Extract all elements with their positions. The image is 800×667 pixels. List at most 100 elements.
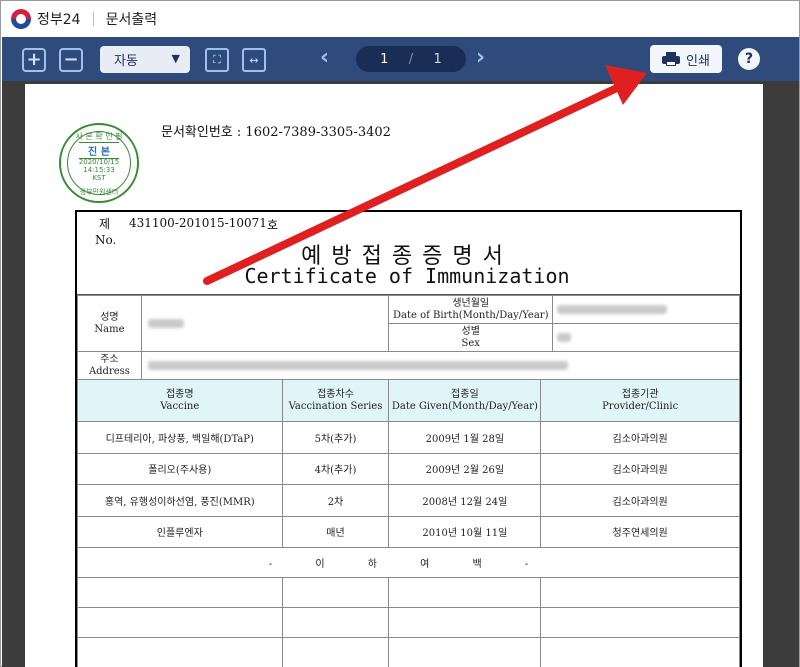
table-row: 디프테리아, 파상풍, 백일해(DTaP) 5차(추가) 2009년 1월 28… (77, 421, 740, 454)
stamp-main-text: 진 본 (79, 142, 119, 159)
date-cell: 2008년 12월 24일 (388, 484, 542, 517)
header-vaccine: 접종명 Vaccine (77, 379, 283, 422)
zoom-value: 자동 (114, 54, 138, 69)
header-date-en: Date Given(Month/Day/Year) (391, 400, 538, 412)
cert-number-suffix: 호 (267, 218, 279, 232)
sex-label-ko: 성별 (461, 325, 480, 337)
table-row: 인플루엔자 매년 2010년 10월 11일 청주연세의원 (77, 515, 740, 548)
zoom-select[interactable]: 자동 ▼ (100, 46, 190, 73)
fit-width-icon: ↔ (249, 53, 259, 67)
vaccine-cell: 폴리오(주사용) (77, 452, 283, 485)
header-clinic: 접종기관 Provider/Clinic (540, 379, 740, 422)
stamp-datetime: 2020/10/15 14:15:33 KST (61, 158, 137, 182)
help-button[interactable]: ? (738, 48, 760, 70)
prev-page-button[interactable]: ‹ (320, 45, 329, 70)
page-indicator: 1 / 1 (356, 46, 466, 72)
empty-row (77, 577, 740, 608)
dob-label-en: Date of Birth(Month/Day/Year) (392, 309, 549, 321)
print-label: 인쇄 (686, 53, 710, 69)
header-vaccine-en: Vaccine (160, 400, 200, 412)
fit-page-button[interactable]: ⛶ (205, 48, 229, 72)
page-total: 1 (433, 51, 442, 67)
date-cell: 2010년 10월 11일 (388, 515, 542, 548)
sex-label: 성별 Sex (388, 323, 554, 352)
end-of-list-text: - 이 하 여 백 - (77, 547, 740, 578)
certificate-header: 제 No. 431100-201015-10071 호 예방접종증명서 Cert… (77, 212, 740, 295)
printer-icon (662, 52, 681, 66)
page-title: 문서출력 (105, 12, 158, 28)
chevron-right-icon: › (476, 45, 486, 70)
confirm-number-label: 문서확인번호 (161, 125, 233, 140)
stamp-top-text: 사 본 확 인 필 (75, 132, 123, 141)
verification-stamp: 사 본 확 인 필 진 본 2020/10/15 14:15:33 KST 정부… (59, 123, 139, 203)
cert-number-label-en: No. (95, 233, 117, 247)
sex-value-redacted (552, 323, 740, 352)
confirm-number-value: : 1602-7389-3305-3402 (236, 125, 391, 140)
series-cell: 4차(추가) (281, 452, 390, 485)
clinic-cell: 김소아과의원 (540, 421, 740, 454)
stamp-tz: KST (92, 174, 106, 182)
title-divider (92, 12, 94, 26)
cert-title-english: Certificate of Immunization (244, 264, 570, 288)
address-label: 주소 Address (77, 351, 142, 380)
immunization-certificate: 제 No. 431100-201015-10071 호 예방접종증명서 Cert… (75, 210, 742, 667)
empty-row (77, 607, 740, 638)
vaccine-cell: 홍역, 유행성이하선염, 풍진(MMR) (77, 484, 283, 517)
header-clinic-en: Provider/Clinic (602, 400, 679, 412)
personal-info-table: 성명 Name 생년월일 Date of Birth(Month/Day/Yea… (77, 295, 741, 380)
document-page: 사 본 확 인 필 진 본 2020/10/15 14:15:33 KST 정부… (25, 84, 763, 667)
dob-value-redacted (552, 295, 740, 324)
plus-icon: + (26, 49, 42, 70)
document-viewport[interactable]: 사 본 확 인 필 진 본 2020/10/15 14:15:33 KST 정부… (2, 81, 799, 667)
clinic-cell: 김소아과의원 (540, 484, 740, 517)
clinic-cell: 청주연세의원 (540, 515, 740, 548)
series-cell: 매년 (281, 515, 390, 548)
dob-label: 생년월일 Date of Birth(Month/Day/Year) (388, 295, 554, 324)
dob-label-ko: 생년월일 (452, 297, 490, 309)
vaccination-table-header: 접종명 Vaccine 접종차수 Vaccination Series 접종일 Dat… (77, 379, 740, 422)
sex-label-en: Sex (461, 337, 480, 349)
header-series-en: Vaccination Series (288, 400, 383, 412)
table-row: 홍역, 유행성이하선염, 풍진(MMR) 2차 2008년 12월 24일 김소… (77, 484, 740, 517)
header-clinic-ko: 접종기관 (621, 388, 659, 400)
vaccine-cell: 인플루엔자 (77, 515, 283, 548)
chevron-left-icon: ‹ (320, 45, 330, 70)
next-page-button[interactable]: › (476, 45, 485, 70)
cert-number-value: 431100-201015-10071 (129, 216, 267, 230)
header-vaccine-ko: 접종명 (165, 388, 194, 400)
app-name: 정부24 (37, 12, 81, 28)
name-label-ko: 성명 (100, 311, 119, 323)
fit-page-icon: ⛶ (213, 53, 221, 66)
header-series: 접종차수 Vaccination Series (281, 379, 390, 422)
table-row: 폴리오(주사용) 4차(추가) 2009년 2월 26일 김소아과의원 (77, 452, 740, 485)
address-label-ko: 주소 (100, 353, 119, 365)
title-bar: 정부24 문서출력 (1, 1, 799, 37)
empty-row (77, 637, 740, 667)
end-of-list-row: - 이 하 여 백 - (77, 547, 740, 578)
print-button[interactable]: 인쇄 (650, 45, 722, 73)
question-icon: ? (744, 51, 754, 67)
series-cell: 5차(추가) (281, 421, 390, 454)
stamp-date: 2020/10/15 (78, 158, 120, 166)
zoom-in-button[interactable]: + (22, 48, 46, 72)
government-logo-icon (11, 9, 31, 29)
header-series-ko: 접종차수 (317, 388, 354, 400)
page-current[interactable]: 1 (380, 52, 388, 67)
name-value-redacted (140, 295, 390, 352)
header-date-ko: 접종일 (451, 388, 479, 400)
chevron-down-icon: ▼ (171, 52, 180, 65)
cert-number-label-ko: 제 (99, 217, 111, 231)
stamp-bottom-text: 정부민원센터 (79, 188, 119, 196)
name-label: 성명 Name (77, 295, 142, 352)
header-date: 접종일 Date Given(Month/Day/Year) (388, 379, 542, 422)
stamp-time: 14:15:33 (83, 166, 115, 174)
viewer-window: 정부24 문서출력 + − 자동 ▼ ⛶ ↔ ‹ 1 / 1 › 인쇄 ? 사 … (0, 0, 800, 667)
series-cell: 2차 (281, 484, 390, 517)
vaccine-cell: 디프테리아, 파상풍, 백일해(DTaP) (77, 421, 283, 454)
page-separator: / (408, 51, 414, 67)
fit-width-button[interactable]: ↔ (242, 48, 266, 72)
zoom-out-button[interactable]: − (59, 48, 83, 72)
cert-number-label: 제 No. (95, 216, 116, 248)
date-cell: 2009년 1월 28일 (388, 421, 542, 454)
clinic-cell: 김소아과의원 (540, 452, 740, 485)
